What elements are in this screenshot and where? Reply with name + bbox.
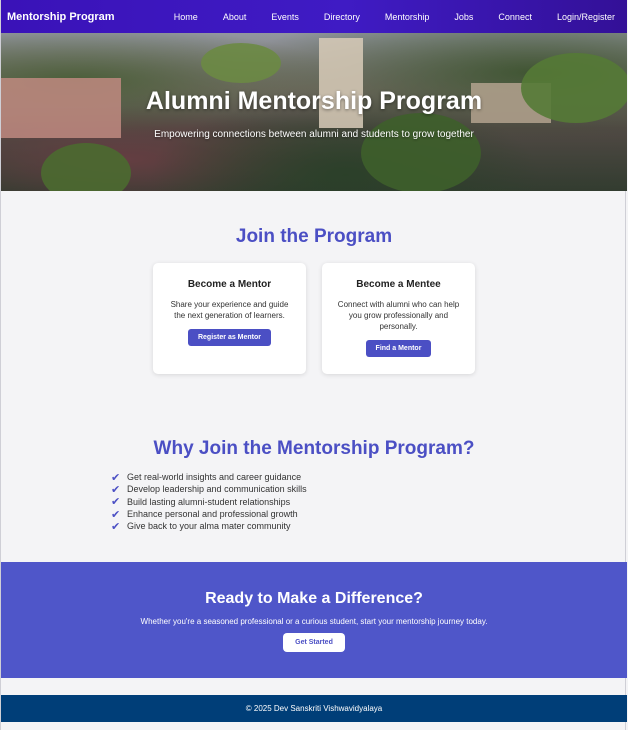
navbar: Mentorship Program Home About Events Dir… bbox=[1, 0, 627, 33]
nav-link-events[interactable]: Events bbox=[271, 12, 299, 22]
hero-trees-image bbox=[361, 113, 481, 191]
register-mentor-button[interactable]: Register as Mentor bbox=[187, 329, 272, 346]
checkmark-icon: ✔ bbox=[111, 496, 121, 509]
checkmark-icon: ✔ bbox=[111, 483, 121, 496]
mentee-card-title: Become a Mentee bbox=[356, 279, 441, 290]
nav-link-mentorship[interactable]: Mentorship bbox=[385, 12, 430, 22]
list-item: ✔ Build lasting alumni-student relationsh… bbox=[111, 496, 291, 509]
checkmark-icon: ✔ bbox=[111, 508, 121, 521]
list-item: ✔ Get real-world insights and career guid… bbox=[111, 471, 302, 484]
mentee-card-text: Connect with alumni who can help you gro… bbox=[337, 300, 460, 331]
hero-trees-image bbox=[201, 43, 281, 83]
nav-link-jobs[interactable]: Jobs bbox=[454, 12, 473, 22]
hero-banner: Alumni Mentorship Program Empowering con… bbox=[1, 33, 627, 191]
list-item: ✔ Develop leadership and communication sk… bbox=[111, 483, 307, 496]
mentor-card: Become a Mentor Share your experience an… bbox=[153, 263, 306, 374]
list-item: ✔ Enhance personal and professional growt… bbox=[111, 508, 298, 521]
checkmark-icon: ✔ bbox=[111, 471, 121, 484]
brand-logo[interactable]: Mentorship Program bbox=[7, 11, 115, 23]
list-item: ✔ Give back to your alma mater community bbox=[111, 520, 291, 533]
cta-title: Ready to Make a Difference? bbox=[205, 590, 423, 607]
cta-text: Whether you're a seasoned professional o… bbox=[140, 617, 488, 626]
cta-section: Ready to Make a Difference? Whether you'… bbox=[1, 562, 627, 678]
benefits-list: ✔ Get real-world insights and career guid… bbox=[111, 471, 307, 533]
get-started-button[interactable]: Get Started bbox=[283, 633, 345, 652]
nav-link-login-register[interactable]: Login/Register bbox=[557, 12, 615, 22]
nav-links: Home About Events Directory Mentorship J… bbox=[174, 12, 621, 22]
mentee-card: Become a Mentee Connect with alumni who … bbox=[322, 263, 475, 374]
nav-link-home[interactable]: Home bbox=[174, 12, 198, 22]
join-section-title: Join the Program bbox=[235, 226, 393, 247]
find-mentor-button[interactable]: Find a Mentor bbox=[365, 340, 432, 357]
page: Mentorship Program Home About Events Dir… bbox=[0, 0, 627, 730]
checkmark-icon: ✔ bbox=[111, 520, 121, 533]
hero-subtitle: Empowering connections between alumni an… bbox=[154, 129, 474, 140]
hero-trees-image bbox=[41, 143, 131, 191]
footer: © 2025 Dev Sanskriti Vishwavidyalaya bbox=[1, 695, 627, 722]
hero-title: Alumni Mentorship Program bbox=[145, 87, 483, 115]
nav-link-directory[interactable]: Directory bbox=[324, 12, 360, 22]
nav-link-connect[interactable]: Connect bbox=[498, 12, 532, 22]
mentor-card-title: Become a Mentor bbox=[187, 279, 272, 290]
why-section-title: Why Join the Mentorship Program? bbox=[153, 438, 475, 459]
nav-link-about[interactable]: About bbox=[223, 12, 247, 22]
mentor-card-text: Share your experience and guide the next… bbox=[170, 300, 289, 320]
